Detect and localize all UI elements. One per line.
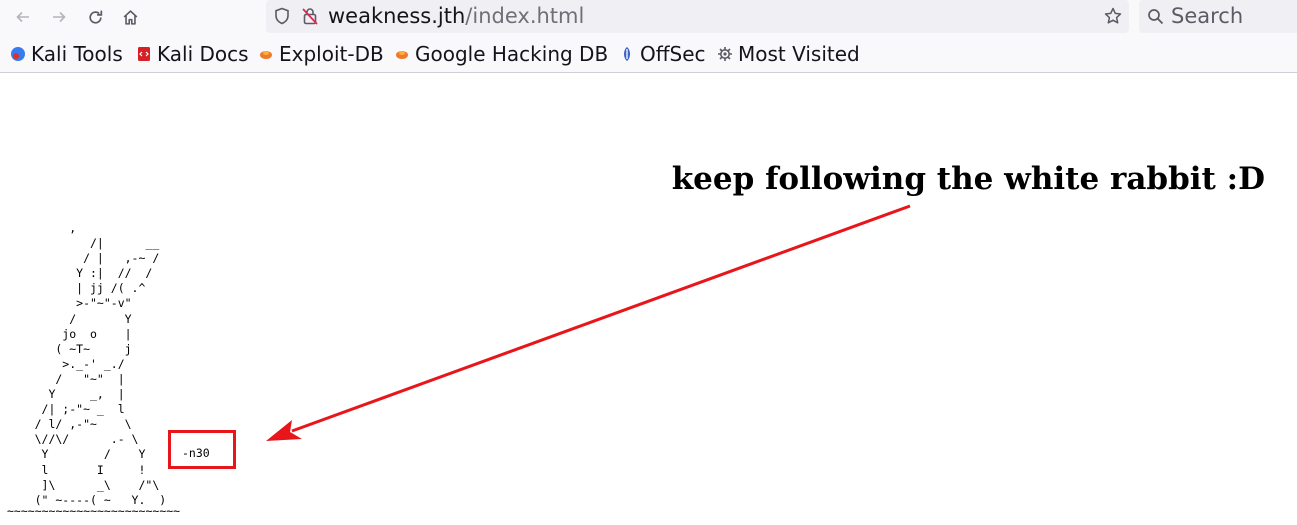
highlighted-code: -n30 bbox=[182, 446, 210, 460]
